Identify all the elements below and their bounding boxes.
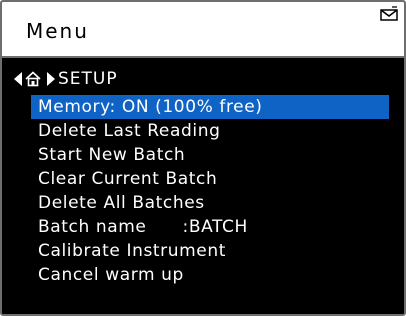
- menu-item-calibrate-instrument[interactable]: Calibrate Instrument: [31, 239, 278, 263]
- menu-item-clear-current-batch[interactable]: Clear Current Batch: [31, 167, 278, 191]
- setup-menu: Memory: ON (100% free) Delete Last Readi…: [31, 95, 389, 287]
- page-title: Menu: [26, 19, 89, 43]
- breadcrumb: SETUP: [14, 69, 118, 89]
- menu-item-start-new-batch[interactable]: Start New Batch: [31, 143, 278, 167]
- menu-item-memory[interactable]: Memory: ON (100% free): [31, 95, 389, 119]
- breadcrumb-label: SETUP: [58, 69, 118, 89]
- home-icon[interactable]: [25, 71, 41, 87]
- menu-item-delete-last-reading[interactable]: Delete Last Reading: [31, 119, 278, 143]
- menu-item-delete-all-batches[interactable]: Delete All Batches: [31, 191, 278, 215]
- left-arrow-icon[interactable]: [14, 72, 22, 86]
- header-bar: Menu: [2, 2, 404, 58]
- device-screen: Menu SETUP Memory: ON (100% free) Delete…: [0, 0, 406, 316]
- menu-item-batch-name[interactable]: Batch name :BATCH: [31, 215, 278, 239]
- menu-item-cancel-warm-up[interactable]: Cancel warm up: [31, 263, 278, 287]
- mail-icon[interactable]: [380, 6, 398, 22]
- right-arrow-icon: [47, 72, 55, 86]
